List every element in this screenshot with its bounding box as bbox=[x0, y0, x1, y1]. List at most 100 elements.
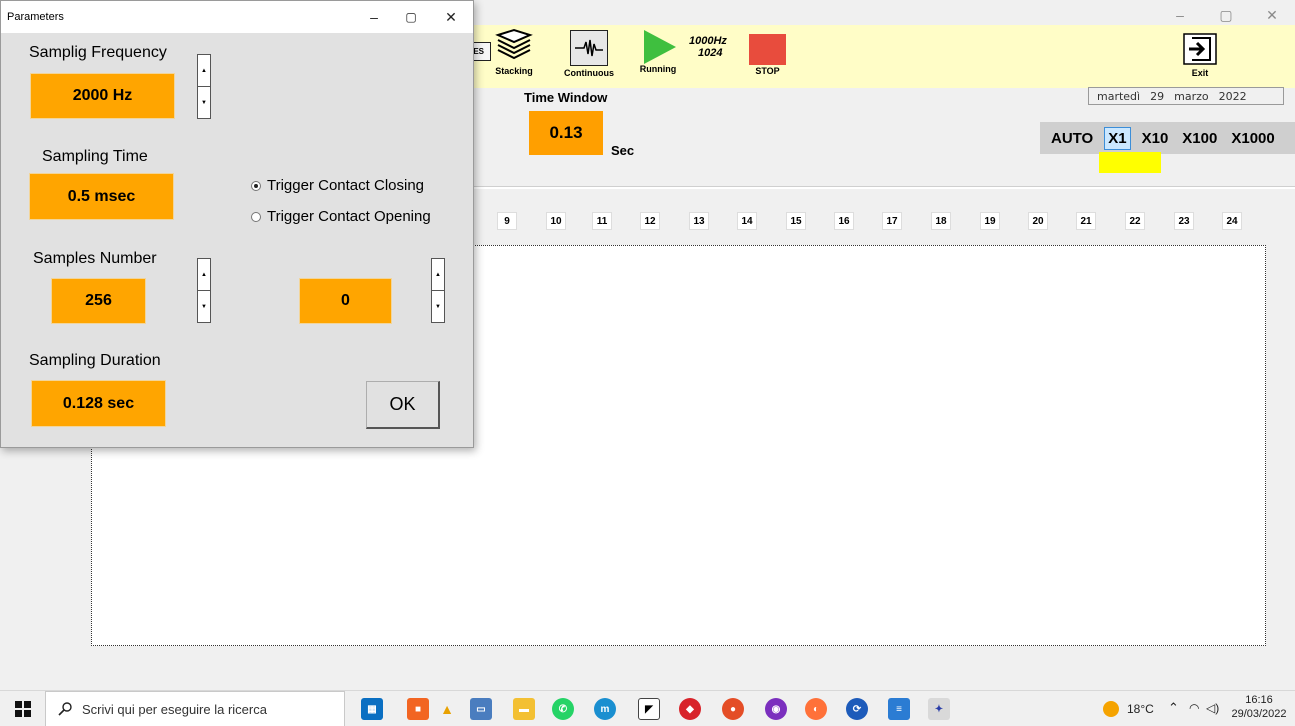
offset-spinner[interactable]: ▲ ▼ bbox=[431, 258, 445, 323]
scale-x1[interactable]: X1 bbox=[1104, 126, 1131, 150]
parameters-dialog: Parameters – ▢ ✕ Samplig Frequency 2000 … bbox=[0, 0, 474, 448]
start-button[interactable] bbox=[0, 691, 45, 726]
spin-up-icon[interactable]: ▲ bbox=[432, 259, 444, 290]
dialog-minimize-button[interactable]: – bbox=[356, 1, 392, 33]
date-picker[interactable]: martedì 29 marzo 2022 bbox=[1088, 87, 1284, 105]
spin-down-icon[interactable]: ▼ bbox=[198, 86, 210, 118]
taskbar: ▦ ■ ▲ ▭ ▬ ✆ m ◤ ◆ ● ◉ ◐ ⟳ ≡ ✦ 18°C ⌃ ◠ ◁… bbox=[0, 690, 1295, 726]
channel-23[interactable]: 23 bbox=[1174, 212, 1194, 230]
dialog-title: Parameters bbox=[7, 11, 64, 23]
channel-10[interactable]: 10 bbox=[546, 212, 566, 230]
scale-x100[interactable]: X100 bbox=[1179, 128, 1220, 149]
sync-app-icon[interactable]: ⟳ bbox=[846, 698, 868, 720]
active-app-icon[interactable]: ✦ bbox=[928, 698, 950, 720]
samples-number-label: Samples Number bbox=[33, 250, 157, 267]
radio-unselected-icon[interactable] bbox=[251, 211, 261, 222]
whatsapp-icon[interactable]: ✆ bbox=[552, 698, 574, 720]
scale-x1000[interactable]: X1000 bbox=[1228, 128, 1277, 149]
samples-number-value[interactable]: 256 bbox=[51, 278, 146, 324]
scale-selector: AUTO X1 X10 X100 X1000 bbox=[1040, 122, 1295, 154]
calculator-app-icon[interactable]: ▦ bbox=[361, 698, 383, 720]
sampling-duration-label: Sampling Duration bbox=[29, 352, 161, 369]
channel-16[interactable]: 16 bbox=[834, 212, 854, 230]
document-app-icon[interactable]: ◤ bbox=[638, 698, 660, 720]
sampling-time-value[interactable]: 0.5 msec bbox=[29, 173, 174, 220]
chrome-icon[interactable]: ● bbox=[722, 698, 744, 720]
channel-20[interactable]: 20 bbox=[1028, 212, 1048, 230]
wifi-icon[interactable]: ◠ bbox=[1189, 701, 1199, 715]
channel-19[interactable]: 19 bbox=[980, 212, 1000, 230]
date-weekday: martedì bbox=[1097, 89, 1141, 103]
spin-down-icon[interactable]: ▼ bbox=[198, 290, 210, 322]
mu-app-icon[interactable]: m bbox=[594, 698, 616, 720]
time-window-label: Time Window bbox=[524, 90, 608, 105]
running-button[interactable]: Running bbox=[638, 28, 678, 74]
trigger-opening-option[interactable]: Trigger Contact Opening bbox=[251, 208, 431, 225]
channel-17[interactable]: 17 bbox=[882, 212, 902, 230]
package-app-icon[interactable]: ◆ bbox=[679, 698, 701, 720]
vlc-app-icon[interactable]: ▲ bbox=[436, 698, 458, 720]
windows-icon bbox=[14, 701, 31, 717]
sampling-frequency-value[interactable]: 2000 Hz bbox=[30, 73, 175, 119]
sampling-frequency-spinner[interactable]: ▲ ▼ bbox=[197, 54, 211, 119]
search-icon bbox=[58, 702, 72, 716]
scale-auto[interactable]: AUTO bbox=[1048, 128, 1096, 149]
channel-14[interactable]: 14 bbox=[737, 212, 757, 230]
channel-15[interactable]: 15 bbox=[786, 212, 806, 230]
channel-9[interactable]: 9 bbox=[497, 212, 517, 230]
volume-icon[interactable]: ◁) bbox=[1206, 701, 1219, 715]
continuous-button[interactable]: Continuous bbox=[564, 30, 614, 78]
notepad-app-icon[interactable]: ≡ bbox=[888, 698, 910, 720]
file-explorer-icon[interactable]: ▬ bbox=[513, 698, 535, 720]
firefox-icon[interactable]: ◐ bbox=[805, 698, 827, 720]
weather-icon[interactable] bbox=[1103, 701, 1119, 717]
office-app-icon[interactable]: ■ bbox=[407, 698, 429, 720]
acquisition-samples: 1024 bbox=[698, 47, 723, 59]
sampling-frequency-label: Samplig Frequency bbox=[29, 44, 167, 61]
radio-selected-icon[interactable] bbox=[251, 180, 261, 191]
channel-24[interactable]: 24 bbox=[1222, 212, 1242, 230]
clock[interactable]: 16:16 29/03/2022 bbox=[1228, 693, 1290, 721]
channel-18[interactable]: 18 bbox=[931, 212, 951, 230]
stacking-button[interactable]: Stacking bbox=[494, 28, 534, 76]
continuous-label: Continuous bbox=[564, 68, 614, 78]
samples-number-spinner[interactable]: ▲ ▼ bbox=[197, 258, 211, 323]
channel-11[interactable]: 11 bbox=[592, 212, 612, 230]
date-year: 2022 bbox=[1218, 89, 1247, 103]
dialog-maximize-button[interactable]: ▢ bbox=[393, 1, 429, 33]
time-window-unit: Sec bbox=[611, 143, 635, 158]
ok-button[interactable]: OK bbox=[366, 381, 440, 429]
channel-12[interactable]: 12 bbox=[640, 212, 660, 230]
stop-icon bbox=[749, 34, 786, 65]
offset-value[interactable]: 0 bbox=[299, 278, 392, 324]
trigger-closing-option[interactable]: Trigger Contact Closing bbox=[251, 177, 424, 194]
running-label: Running bbox=[639, 64, 677, 74]
clock-date: 29/03/2022 bbox=[1231, 708, 1287, 720]
weather-temperature[interactable]: 18°C bbox=[1127, 702, 1154, 716]
media-app-icon[interactable]: ◉ bbox=[765, 698, 787, 720]
dialog-close-button[interactable]: ✕ bbox=[433, 1, 469, 33]
play-icon bbox=[644, 30, 676, 64]
channel-13[interactable]: 13 bbox=[689, 212, 709, 230]
chevron-up-icon[interactable]: ⌃ bbox=[1168, 700, 1179, 716]
exit-icon bbox=[1183, 33, 1217, 65]
channel-21[interactable]: 21 bbox=[1076, 212, 1096, 230]
scale-indicator bbox=[1099, 152, 1161, 173]
dialog-title-bar[interactable]: Parameters – ▢ ✕ bbox=[1, 1, 473, 33]
desktop-app-icon[interactable]: ▭ bbox=[470, 698, 492, 720]
sampling-duration-value: 0.128 sec bbox=[31, 380, 166, 427]
spin-up-icon[interactable]: ▲ bbox=[198, 55, 210, 86]
acquisition-info: 1000Hz 1024 bbox=[689, 35, 727, 59]
search-input[interactable] bbox=[82, 701, 322, 717]
stop-button[interactable]: STOP bbox=[749, 34, 786, 76]
channel-22[interactable]: 22 bbox=[1125, 212, 1145, 230]
time-window-value[interactable]: 0.13 bbox=[529, 111, 603, 155]
sampling-time-label: Sampling Time bbox=[42, 148, 148, 165]
scale-x10[interactable]: X10 bbox=[1139, 128, 1172, 149]
trigger-closing-label: Trigger Contact Closing bbox=[267, 177, 425, 194]
exit-button[interactable]: Exit bbox=[1182, 32, 1218, 78]
spin-down-icon[interactable]: ▼ bbox=[432, 290, 444, 322]
clock-time: 16:16 bbox=[1245, 694, 1273, 706]
spin-up-icon[interactable]: ▲ bbox=[198, 259, 210, 290]
taskbar-search[interactable] bbox=[45, 691, 345, 726]
